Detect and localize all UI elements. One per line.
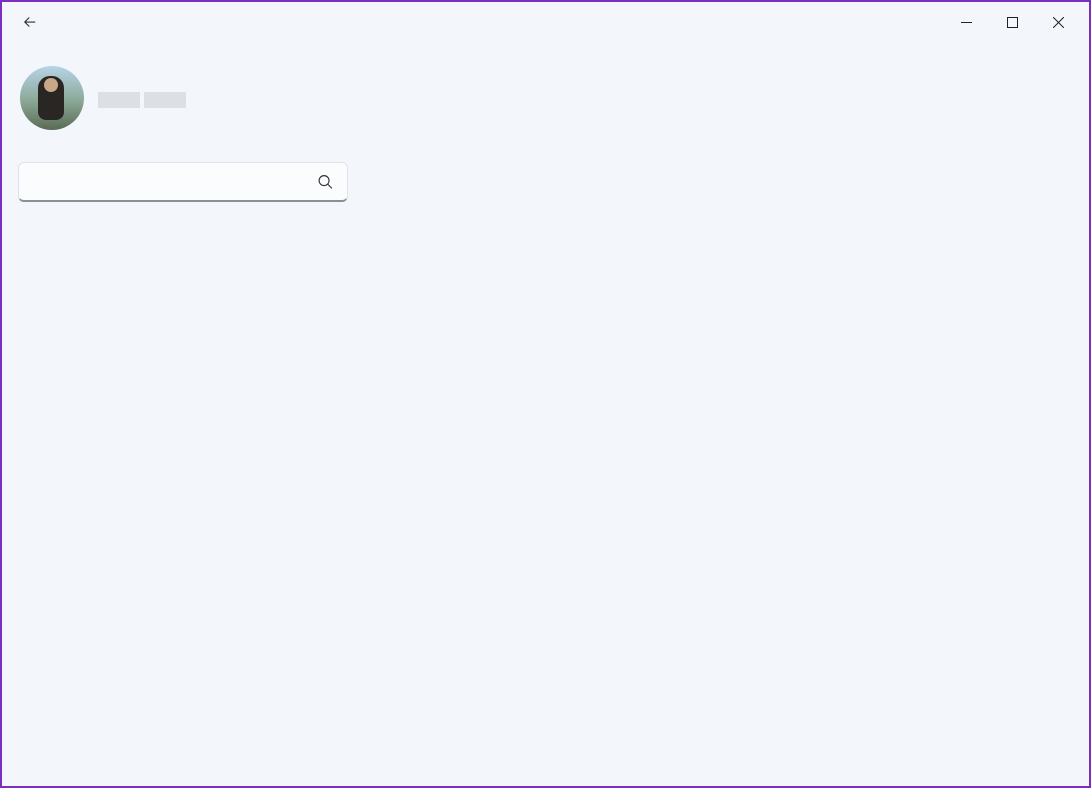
maximize-icon (1007, 17, 1018, 28)
window-controls (943, 6, 1081, 38)
titlebar (2, 2, 1089, 42)
sidebar (2, 42, 362, 786)
maximize-button[interactable] (989, 6, 1035, 38)
main-content (362, 42, 1089, 786)
search-container (18, 162, 348, 202)
close-icon (1053, 17, 1064, 28)
minimize-button[interactable] (943, 6, 989, 38)
close-button[interactable] (1035, 6, 1081, 38)
minimize-icon (961, 17, 972, 28)
email-redacted (144, 92, 186, 108)
avatar (20, 66, 84, 130)
profile-section[interactable] (16, 42, 350, 154)
search-input[interactable] (18, 162, 348, 202)
search-icon (317, 174, 334, 191)
email-redacted (98, 92, 140, 108)
arrow-left-icon (21, 13, 39, 31)
back-button[interactable] (10, 2, 50, 42)
